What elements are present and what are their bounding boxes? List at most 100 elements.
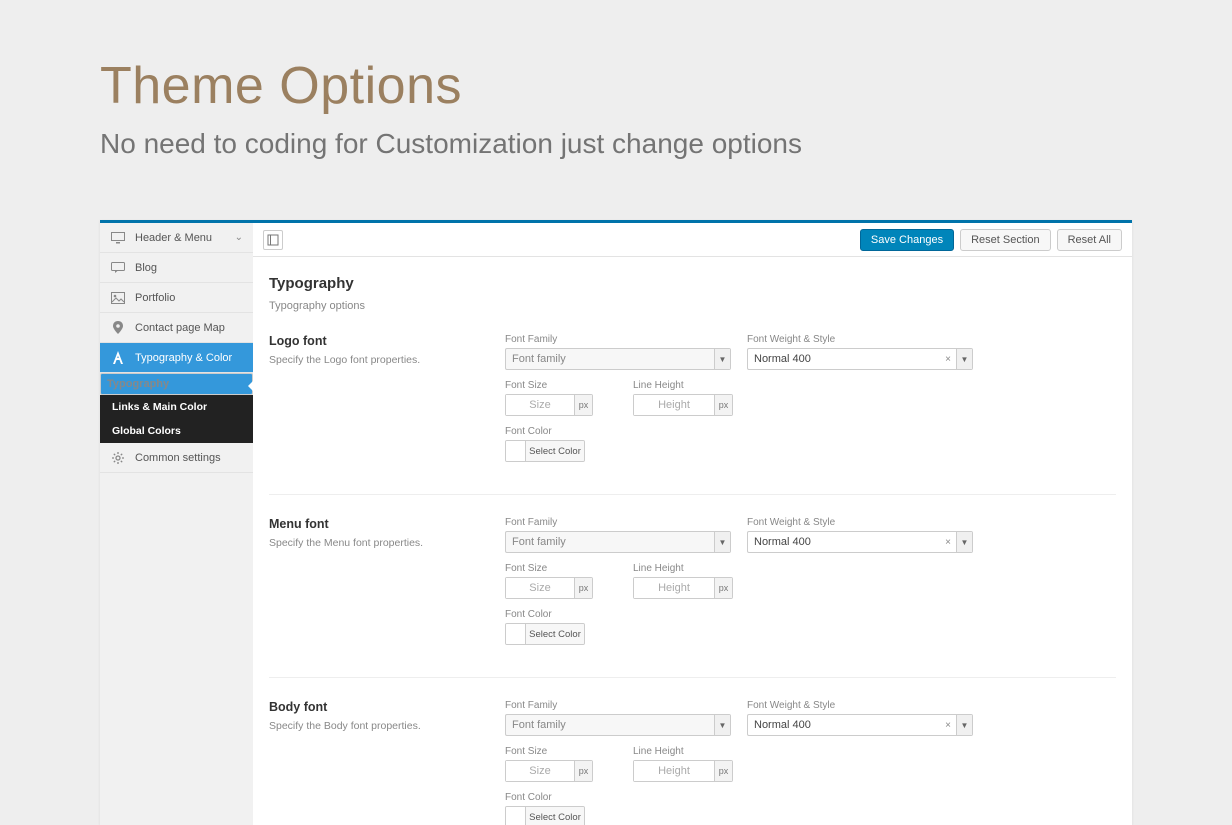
sidebar-item-label: Portfolio bbox=[135, 292, 175, 304]
clear-icon[interactable]: × bbox=[941, 715, 955, 735]
image-icon bbox=[110, 292, 126, 304]
page-desc: Typography options bbox=[269, 300, 1116, 312]
sidebar-sub-label: Links & Main Color bbox=[112, 401, 207, 413]
font-family-select[interactable]: Font family ▼ bbox=[505, 348, 731, 370]
font-color-label: Font Color bbox=[505, 426, 585, 437]
font-size-label: Font Size bbox=[505, 563, 593, 574]
font-section: Logo font Specify the Logo font properti… bbox=[269, 312, 1116, 495]
font-section: Body font Specify the Body font properti… bbox=[269, 678, 1116, 825]
font-size-input-group: px bbox=[505, 760, 593, 782]
unit-label: px bbox=[574, 395, 592, 415]
section-desc: Specify the Logo font properties. bbox=[269, 354, 505, 366]
sidebar-sub-global-colors[interactable]: Global Colors bbox=[100, 419, 253, 443]
toolbar: Save Changes Reset Section Reset All bbox=[253, 223, 1132, 257]
line-height-input[interactable] bbox=[634, 578, 714, 598]
font-weight-select[interactable]: Normal 400 × ▼ bbox=[747, 714, 973, 736]
dropdown-icon: ▼ bbox=[714, 715, 730, 735]
sidebar: Header & Menu ⌄ Blog Portfolio Contact p… bbox=[100, 223, 253, 825]
unit-label: px bbox=[574, 761, 592, 781]
dropdown-icon: ▼ bbox=[956, 532, 972, 552]
chevron-down-icon: ⌄ bbox=[235, 232, 243, 243]
font-size-input-group: px bbox=[505, 577, 593, 599]
sidebar-item-blog[interactable]: Blog bbox=[100, 253, 253, 283]
save-button[interactable]: Save Changes bbox=[860, 229, 954, 251]
section-desc: Specify the Body font properties. bbox=[269, 720, 505, 732]
font-family-label: Font Family bbox=[505, 517, 731, 528]
sidebar-item-label: Contact page Map bbox=[135, 322, 225, 334]
section-desc: Specify the Menu font properties. bbox=[269, 537, 505, 549]
options-panel: Header & Menu ⌄ Blog Portfolio Contact p… bbox=[100, 220, 1132, 825]
gear-icon bbox=[110, 451, 126, 465]
sidebar-item-typography-color[interactable]: Typography & Color bbox=[100, 343, 253, 373]
font-color-button[interactable]: Select Color bbox=[505, 806, 585, 825]
font-family-placeholder: Font family bbox=[512, 719, 566, 731]
dropdown-icon: ▼ bbox=[956, 715, 972, 735]
line-height-label: Line Height bbox=[633, 746, 733, 757]
section-title: Logo font bbox=[269, 334, 505, 348]
sidebar-item-label: Header & Menu bbox=[135, 232, 212, 244]
clear-icon[interactable]: × bbox=[941, 349, 955, 369]
sidebar-sub-links-color[interactable]: Links & Main Color bbox=[100, 395, 253, 419]
sidebar-item-common-settings[interactable]: Common settings bbox=[100, 443, 253, 473]
font-color-label: Font Color bbox=[505, 792, 585, 803]
font-size-label: Font Size bbox=[505, 746, 593, 757]
text-icon bbox=[110, 351, 126, 364]
font-weight-value: Normal 400 bbox=[754, 536, 811, 548]
sidebar-item-label: Common settings bbox=[135, 452, 221, 464]
font-family-select[interactable]: Font family ▼ bbox=[505, 531, 731, 553]
reset-section-button[interactable]: Reset Section bbox=[960, 229, 1050, 251]
sidebar-item-header-menu[interactable]: Header & Menu ⌄ bbox=[100, 223, 253, 253]
select-color-label: Select Color bbox=[526, 807, 584, 825]
font-weight-select[interactable]: Normal 400 × ▼ bbox=[747, 531, 973, 553]
line-height-input-group: px bbox=[633, 577, 733, 599]
line-height-label: Line Height bbox=[633, 380, 733, 391]
font-color-button[interactable]: Select Color bbox=[505, 623, 585, 645]
sidebar-sub-label: Global Colors bbox=[112, 425, 181, 437]
sidebar-item-contact-map[interactable]: Contact page Map bbox=[100, 313, 253, 343]
line-height-input[interactable] bbox=[634, 395, 714, 415]
main-content: Save Changes Reset Section Reset All Typ… bbox=[253, 223, 1132, 825]
unit-label: px bbox=[574, 578, 592, 598]
expand-icon[interactable] bbox=[263, 230, 283, 250]
select-color-label: Select Color bbox=[526, 624, 584, 644]
hero-subtitle: No need to coding for Customization just… bbox=[100, 128, 1232, 160]
font-family-placeholder: Font family bbox=[512, 536, 566, 548]
dropdown-icon: ▼ bbox=[956, 349, 972, 369]
hero-title: Theme Options bbox=[100, 56, 1232, 116]
sidebar-sub-typography[interactable]: Typography bbox=[100, 373, 253, 395]
unit-label: px bbox=[714, 761, 732, 781]
line-height-input-group: px bbox=[633, 394, 733, 416]
pin-icon bbox=[110, 321, 126, 335]
font-weight-select[interactable]: Normal 400 × ▼ bbox=[747, 348, 973, 370]
font-size-input[interactable] bbox=[506, 578, 574, 598]
color-swatch bbox=[506, 441, 526, 461]
font-weight-value: Normal 400 bbox=[754, 719, 811, 731]
sidebar-item-portfolio[interactable]: Portfolio bbox=[100, 283, 253, 313]
font-weight-label: Font Weight & Style bbox=[747, 334, 973, 345]
clear-icon[interactable]: × bbox=[941, 532, 955, 552]
hero-banner: Theme Options No need to coding for Cust… bbox=[0, 0, 1232, 160]
color-swatch bbox=[506, 807, 526, 825]
section-title: Body font bbox=[269, 700, 505, 714]
font-family-select[interactable]: Font family ▼ bbox=[505, 714, 731, 736]
monitor-icon bbox=[110, 232, 126, 244]
font-family-label: Font Family bbox=[505, 700, 731, 711]
font-weight-value: Normal 400 bbox=[754, 353, 811, 365]
color-swatch bbox=[506, 624, 526, 644]
font-size-input[interactable] bbox=[506, 395, 574, 415]
font-family-placeholder: Font family bbox=[512, 353, 566, 365]
chat-icon bbox=[110, 262, 126, 274]
line-height-input-group: px bbox=[633, 760, 733, 782]
sidebar-item-label: Typography & Color bbox=[135, 352, 232, 364]
font-size-label: Font Size bbox=[505, 380, 593, 391]
font-section: Menu font Specify the Menu font properti… bbox=[269, 495, 1116, 678]
sidebar-sub-label: Typography bbox=[107, 378, 169, 390]
font-size-input[interactable] bbox=[506, 761, 574, 781]
line-height-input[interactable] bbox=[634, 761, 714, 781]
font-color-button[interactable]: Select Color bbox=[505, 440, 585, 462]
section-title: Menu font bbox=[269, 517, 505, 531]
page-title: Typography bbox=[269, 275, 1116, 292]
font-weight-label: Font Weight & Style bbox=[747, 517, 973, 528]
select-color-label: Select Color bbox=[526, 441, 584, 461]
reset-all-button[interactable]: Reset All bbox=[1057, 229, 1122, 251]
